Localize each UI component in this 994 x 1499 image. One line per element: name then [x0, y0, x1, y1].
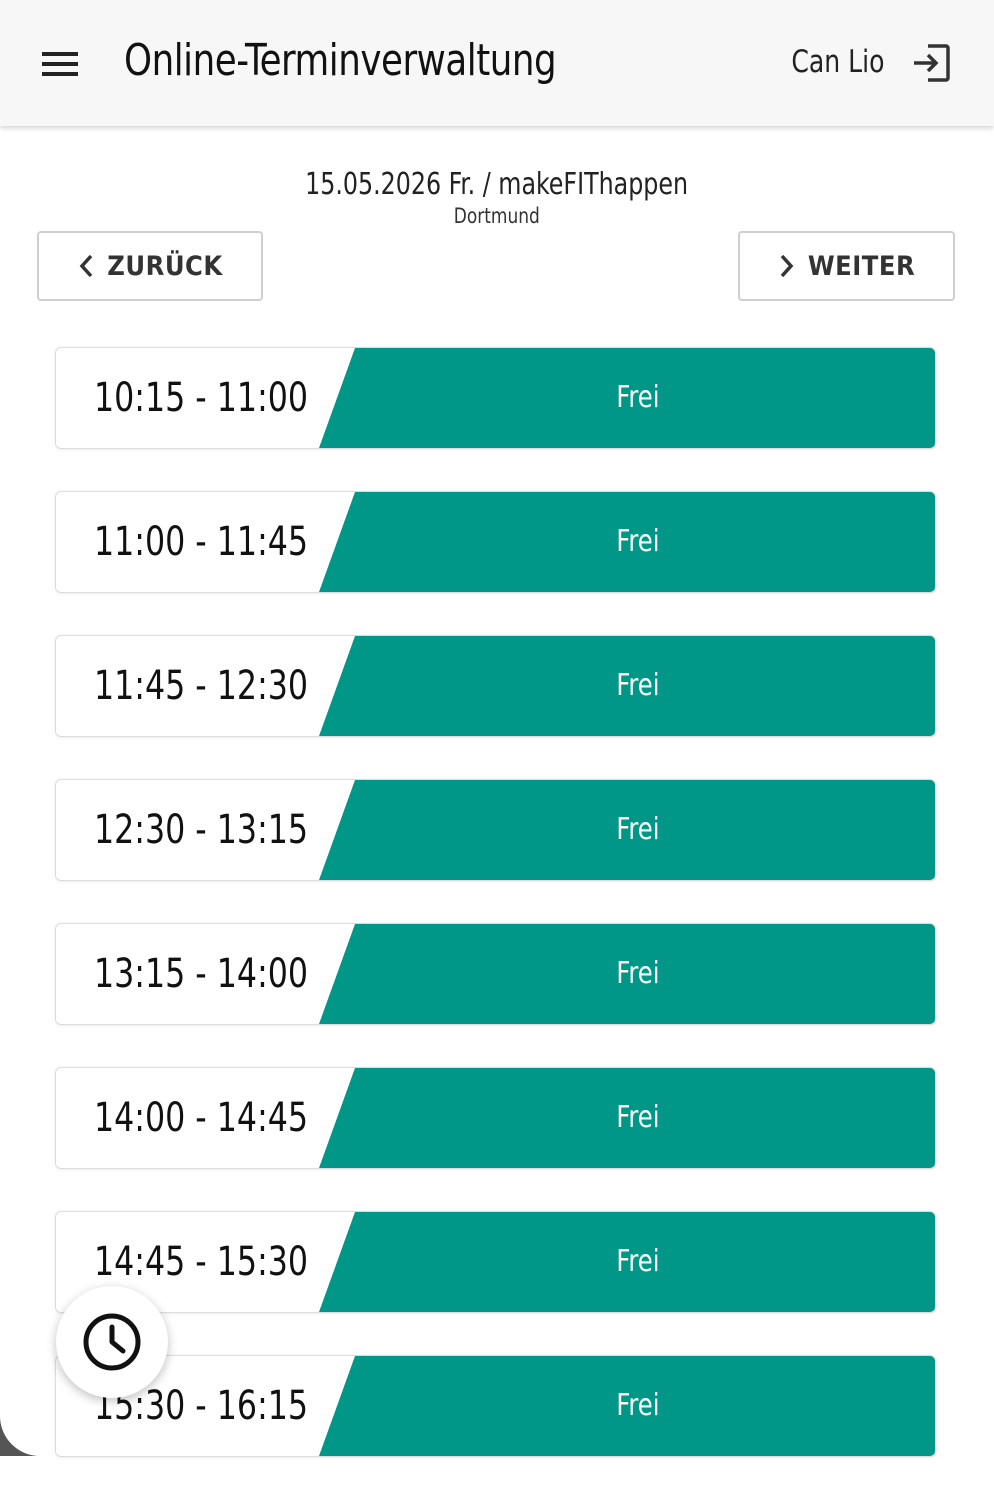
clock-icon — [83, 1313, 141, 1371]
slot-status-label: Frei — [616, 1100, 660, 1135]
next-button-label: WEITER — [807, 250, 916, 282]
slot-status-badge: Frei — [319, 1068, 935, 1168]
chevron-right-icon — [780, 254, 794, 278]
schedule-location: Dortmund — [453, 204, 541, 228]
time-slot[interactable]: 12:30 - 13:15 Frei — [55, 779, 936, 881]
slot-time: 13:15 - 14:00 — [94, 951, 309, 997]
next-button[interactable]: WEITER — [738, 231, 955, 301]
slot-status-badge: Frei — [319, 636, 935, 736]
slot-status-label: Frei — [616, 524, 660, 559]
slot-status-badge: Frei — [319, 348, 935, 448]
hamburger-menu-icon[interactable] — [38, 46, 82, 82]
back-button-label: ZURÜCK — [107, 250, 223, 282]
slot-status-badge: Frei — [319, 780, 935, 880]
clock-fab-button[interactable] — [56, 1286, 168, 1398]
slot-time: 11:00 - 11:45 — [94, 519, 309, 565]
time-slot[interactable]: 11:45 - 12:30 Frei — [55, 635, 936, 737]
time-slot[interactable]: 10:15 - 11:00 Frei — [55, 347, 936, 449]
chevron-left-icon — [79, 254, 93, 278]
slot-status-label: Frei — [616, 668, 660, 703]
time-slot[interactable]: 15:30 - 16:15 Frei — [55, 1355, 936, 1457]
app-title: Online-Terminverwaltung — [124, 35, 557, 86]
app-bar: Online-Terminverwaltung Can Lio — [0, 0, 994, 126]
slot-time: 10:15 - 11:00 — [94, 375, 309, 421]
slot-time: 11:45 - 12:30 — [94, 663, 309, 709]
time-slot-list: 10:15 - 11:00 Frei 11:00 - 11:45 Frei 11… — [55, 347, 936, 1499]
slot-time: 14:00 - 14:45 — [94, 1095, 309, 1141]
schedule-date-title: 15.05.2026 Fr. / makeFIThappen — [305, 167, 689, 202]
slot-time: 12:30 - 13:15 — [94, 807, 309, 853]
slot-status-badge: Frei — [319, 492, 935, 592]
time-slot[interactable]: 14:00 - 14:45 Frei — [55, 1067, 936, 1169]
time-slot[interactable]: 13:15 - 14:00 Frei — [55, 923, 936, 1025]
user-name: Can Lio — [790, 44, 884, 80]
slot-status-badge: Frei — [319, 924, 935, 1024]
slot-status-label: Frei — [616, 380, 660, 415]
logout-icon[interactable] — [910, 42, 952, 84]
slot-status-label: Frei — [616, 812, 660, 847]
time-slot[interactable]: 14:45 - 15:30 Frei — [55, 1211, 936, 1313]
slot-status-label: Frei — [616, 1388, 660, 1423]
back-button[interactable]: ZURÜCK — [37, 231, 263, 301]
time-slot[interactable]: 11:00 - 11:45 Frei — [55, 491, 936, 593]
slot-status-badge: Frei — [319, 1212, 935, 1312]
slot-status-label: Frei — [616, 956, 660, 991]
slot-status-label: Frei — [616, 1244, 660, 1279]
slot-status-badge: Frei — [319, 1356, 935, 1456]
